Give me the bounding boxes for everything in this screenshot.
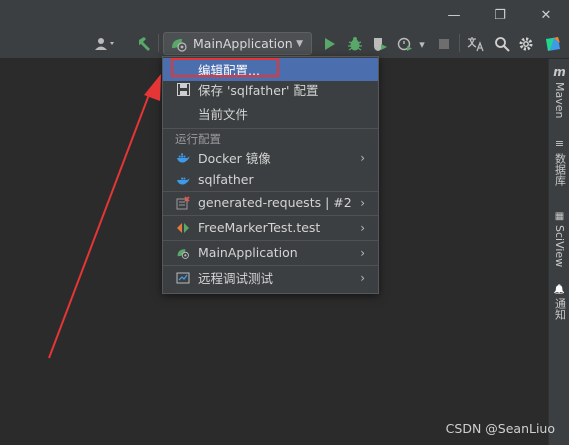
- watermark: CSDN @SeanLiuo: [445, 421, 555, 436]
- annotation-arrow: [48, 74, 161, 359]
